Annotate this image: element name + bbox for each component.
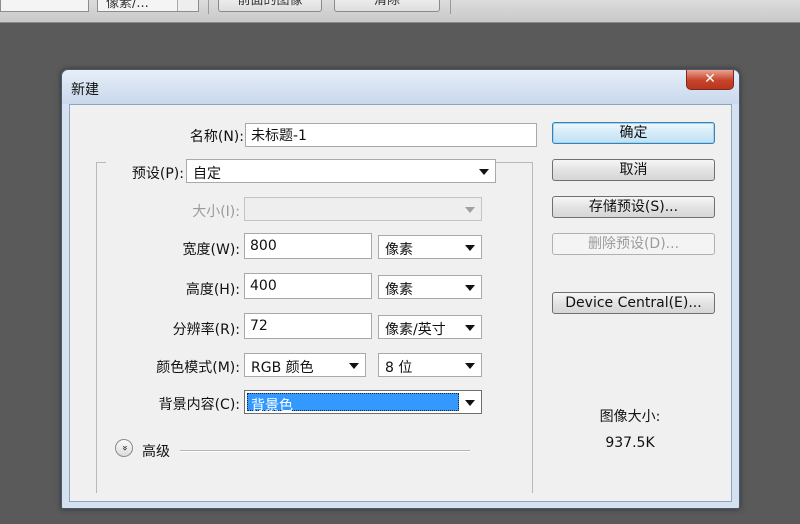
chevron-down-icon <box>465 400 475 406</box>
chevron-down-icon <box>465 363 475 369</box>
color-mode-select[interactable]: RGB 颜色 <box>244 353 366 377</box>
chevron-down-icon <box>465 245 475 251</box>
preset-select[interactable]: 自定 <box>186 159 496 183</box>
unit-select[interactable]: 像素/... <box>97 0 199 12</box>
advanced-divider <box>180 450 470 452</box>
resolution-field[interactable] <box>244 313 372 339</box>
size-label: 大小(I): <box>192 204 240 220</box>
options-bar: 像素/... 前面的图像 清除 <box>0 0 800 23</box>
toolbar-divider <box>450 0 451 14</box>
clear-button[interactable]: 清除 <box>334 0 440 12</box>
width-label: 宽度(W): <box>182 242 240 258</box>
name-field[interactable] <box>245 123 537 147</box>
unit-select-text: 像素/... <box>106 0 149 11</box>
bg-contents-select[interactable]: 背景色 <box>244 390 482 414</box>
options-field[interactable] <box>0 0 89 12</box>
chevron-down-icon <box>465 207 475 213</box>
dialog-body: 名称(N): 预设(P): 自定 大小(I): 宽度(W): 像素 高度(H):… <box>69 104 732 502</box>
height-unit-select[interactable]: 像素 <box>378 275 482 299</box>
resolution-label: 分辨率(R): <box>172 322 240 338</box>
close-icon: ✕ <box>704 71 716 87</box>
chevron-double-down-icon: » <box>119 444 130 452</box>
image-size-value: 937.5K <box>605 435 655 451</box>
resolution-unit-value: 像素/英寸 <box>385 322 446 338</box>
chevron-down-icon <box>349 363 359 369</box>
dialog-title: 新建 <box>71 82 99 98</box>
close-button[interactable]: ✕ <box>686 70 734 90</box>
toolbar-divider <box>208 0 209 14</box>
resolution-unit-select[interactable]: 像素/英寸 <box>378 315 482 339</box>
device-central-button[interactable]: Device Central(E)... <box>552 292 715 314</box>
ok-button[interactable]: 确定 <box>552 122 715 144</box>
chevron-down-icon <box>479 169 489 175</box>
bit-depth-select[interactable]: 8 位 <box>378 353 482 377</box>
cancel-button[interactable]: 取消 <box>552 159 715 181</box>
chevron-down-icon <box>465 325 475 331</box>
bg-contents-label: 背景内容(C): <box>158 397 240 413</box>
dialog-titlebar[interactable]: 新建 ✕ <box>62 70 739 104</box>
width-field[interactable] <box>244 233 372 259</box>
chevron-down-icon[interactable] <box>177 0 198 11</box>
size-select <box>244 197 482 221</box>
expand-advanced-icon[interactable]: » <box>115 439 133 457</box>
bit-depth-value: 8 位 <box>385 360 413 376</box>
bg-contents-value: 背景色 <box>247 393 459 414</box>
save-preset-button[interactable]: 存储预设(S)... <box>552 196 715 218</box>
width-unit-value: 像素 <box>385 242 413 258</box>
new-document-dialog: 新建 ✕ 名称(N): 预设(P): 自定 大小(I): 宽度(W): 像素 <box>61 69 740 509</box>
color-mode-label: 颜色模式(M): <box>156 360 240 376</box>
color-mode-value: RGB 颜色 <box>251 360 314 376</box>
delete-preset-button: 删除预设(D)... <box>552 233 715 255</box>
height-unit-value: 像素 <box>385 282 413 298</box>
advanced-label[interactable]: 高级 <box>142 441 170 461</box>
height-label: 高度(H): <box>185 282 240 298</box>
chevron-down-icon <box>465 285 475 291</box>
width-unit-select[interactable]: 像素 <box>378 235 482 259</box>
preset-value: 自定 <box>193 166 221 182</box>
preset-label: 预设(P): <box>131 166 184 182</box>
name-label: 名称(N): <box>189 129 244 145</box>
image-size-label: 图像大小: <box>599 409 661 425</box>
front-image-button[interactable]: 前面的图像 <box>218 0 322 12</box>
height-field[interactable] <box>244 273 372 299</box>
